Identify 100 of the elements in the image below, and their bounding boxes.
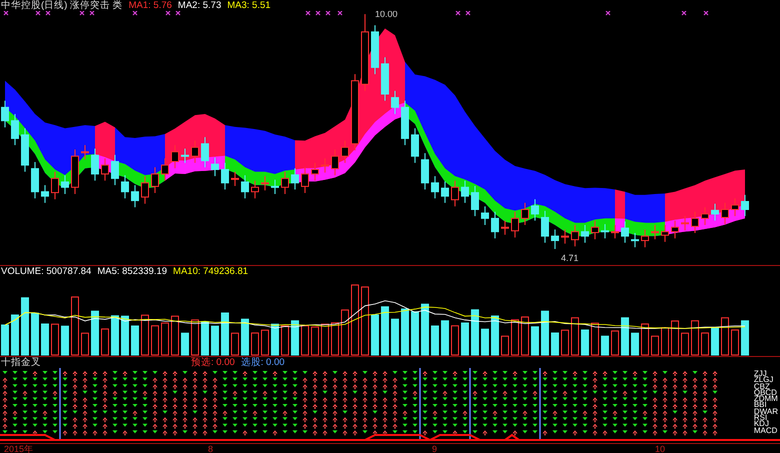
indicator-value: MA5: 852339.19: [97, 266, 168, 277]
candlestick: [441, 181, 449, 204]
indicator-name: CBZ: [754, 384, 770, 390]
price-label: 4.71: [561, 253, 579, 263]
candlestick: [71, 149, 79, 194]
indicator-name: MACD: [754, 428, 778, 434]
candlestick: [631, 232, 639, 248]
candlestick: [681, 216, 689, 231]
candlestick: [611, 224, 619, 239]
indicator-value: MA2: 5.73: [178, 0, 222, 11]
ribbon-segment: [225, 125, 235, 173]
indicator-name: ZLGJ: [754, 377, 774, 384]
ribbon-segment: [505, 160, 515, 224]
candlestick: [321, 158, 329, 174]
ribbon-segment: [645, 194, 655, 236]
candlestick: [311, 162, 319, 182]
candlestick: [701, 206, 709, 226]
candlestick: [181, 148, 189, 164]
candlestick: [21, 128, 29, 172]
candlestick: [301, 166, 309, 194]
candlestick: [111, 154, 119, 186]
candlestick: [551, 228, 559, 250]
ribbon-segment: [315, 132, 325, 182]
candlestick: [401, 100, 409, 146]
candlestick: [661, 224, 669, 242]
candlestick: [431, 176, 439, 199]
ribbon-segment: [275, 134, 285, 188]
ribbon-segment: [635, 194, 645, 236]
ribbon-segment: [35, 114, 45, 173]
indicator-title: 十指金叉: [1, 357, 41, 368]
candlestick: [261, 176, 269, 191]
candlestick: [491, 211, 499, 239]
indicator-name: ZDMM: [754, 396, 778, 402]
candlestick: [561, 228, 569, 244]
candlestick: [731, 198, 739, 217]
candlestick: [331, 149, 339, 176]
chart-title: 中华控股(日线) 涨停突击 类: [1, 0, 123, 11]
candlestick: [121, 174, 129, 199]
candlestick: [621, 220, 629, 244]
axis-label: 2015年: [4, 444, 34, 453]
candlestick: [31, 161, 39, 199]
candlestick: [421, 152, 429, 190]
ribbon-segment: [605, 188, 615, 232]
ribbon-segment: [555, 180, 565, 232]
indicator-value: 选股: 0.00: [240, 357, 285, 368]
candlestick: [371, 24, 379, 75]
candlestick: [601, 224, 609, 239]
candlestick: [101, 158, 109, 182]
ribbon-segment: [595, 188, 605, 233]
candlestick: [271, 179, 279, 194]
candlestick: [451, 180, 459, 207]
ribbon-segment: [415, 74, 425, 146]
indicator-name: ZJJ: [754, 371, 767, 378]
candlestick: [651, 224, 659, 240]
ribbon-segment: [625, 192, 635, 236]
ribbon-segment: [215, 118, 225, 170]
candlestick: [191, 140, 199, 164]
indicator-value: MA10: 749236.81: [173, 266, 248, 277]
indicator-value: MA1: 5.76: [128, 0, 172, 11]
price-label: 10.00: [375, 11, 398, 20]
ribbon-segment: [235, 126, 245, 181]
candlestick: [241, 174, 249, 199]
candlestick: [211, 157, 219, 177]
candlestick: [541, 210, 549, 244]
ribbon-segment: [135, 136, 145, 188]
candlestick: [501, 220, 509, 236]
candlestick: [131, 184, 139, 208]
axis-label: 8: [208, 444, 214, 453]
candlestick: [481, 206, 489, 226]
candlestick: [691, 211, 699, 234]
candlestick: [221, 162, 229, 190]
indicator-value: VOLUME: 500787.84: [1, 266, 92, 277]
ribbon-segment: [265, 130, 275, 188]
candlestick: [531, 198, 539, 222]
indicator-name: QBCD: [754, 390, 777, 396]
candlestick: [591, 220, 599, 240]
axis-label: 10: [655, 444, 666, 453]
candlestick: [201, 136, 209, 168]
indicator-name: DWAR: [754, 408, 778, 416]
ribbon-segment: [545, 174, 555, 226]
indicator-value: 预选: 0.00: [191, 357, 235, 368]
indicator-name: KDJ: [754, 421, 769, 428]
candlestick: [171, 144, 179, 169]
candlestick: [381, 56, 389, 102]
candlestick: [471, 185, 479, 217]
ribbon-segment: [655, 194, 665, 236]
indicator-name: BBI: [754, 402, 767, 409]
candlestick: [1, 100, 9, 128]
candlestick: [511, 211, 519, 238]
ribbon-segment: [575, 186, 585, 236]
axis-label: 9: [432, 444, 438, 453]
candlestick: [671, 220, 679, 239]
candlestick: [61, 174, 69, 194]
candlestick: [721, 202, 729, 225]
indicator-name: RSI: [754, 415, 768, 422]
candlestick: [391, 90, 399, 115]
candlestick: [581, 224, 589, 244]
candlestick: [411, 128, 419, 164]
ribbon-segment: [565, 184, 575, 236]
candlestick: [291, 168, 299, 190]
